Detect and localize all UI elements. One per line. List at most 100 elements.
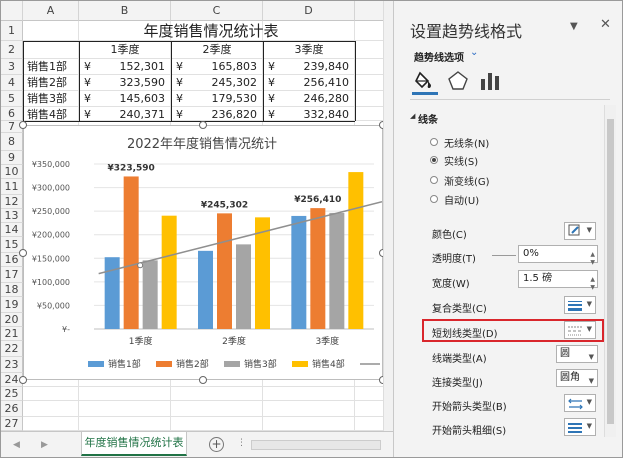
pane-subtitle[interactable]: 趋势线选项 (414, 49, 464, 64)
dash-type-button[interactable]: ▼ (564, 321, 596, 339)
label-automatic[interactable]: 自动(U) (444, 192, 479, 207)
row-header-22[interactable]: 22 (1, 341, 23, 357)
value-cell[interactable]: 152,301 (79, 59, 166, 75)
resize-handle-tl[interactable] (19, 121, 27, 129)
label-gradient-line[interactable]: 渐变线(G) (444, 173, 490, 188)
sheet-tab-active[interactable]: 年度销售情况统计表 (81, 432, 187, 456)
section-line-header[interactable]: 线条 (418, 111, 438, 126)
vertical-scrollbar[interactable] (383, 1, 393, 433)
row-label[interactable]: 销售3部 (27, 91, 67, 107)
y-tick-label: ¥100,000 (32, 278, 70, 287)
value-cell[interactable]: 323,590 (79, 75, 166, 91)
row-header-27[interactable]: 27 (1, 417, 23, 431)
row-header-5[interactable]: 5 (1, 91, 23, 107)
header-q3[interactable]: 3季度 (263, 42, 355, 58)
row-header-25[interactable]: 25 (1, 387, 23, 401)
value-cell[interactable]: 245,302 (171, 75, 258, 91)
label-no-line[interactable]: 无线条(N) (444, 135, 489, 150)
header-q2[interactable]: 2季度 (171, 42, 263, 58)
row-header-18[interactable]: 18 (1, 283, 23, 297)
column-header-d[interactable]: D (263, 1, 355, 21)
pane-options-icon[interactable]: ▼ (570, 21, 578, 32)
radio-gradient-line[interactable] (430, 176, 438, 184)
arrow-type-icon (568, 398, 583, 410)
effects-icon[interactable] (446, 69, 470, 93)
y-tick-label: ¥300,000 (32, 184, 70, 193)
row-header-9[interactable]: 9 (1, 151, 23, 165)
bar (291, 215, 307, 329)
column-header-b[interactable]: B (79, 1, 171, 21)
expand-triangle-icon[interactable]: ◢ (410, 112, 415, 120)
column-header-a[interactable]: A (23, 1, 79, 21)
row-header-13[interactable]: 13 (1, 209, 23, 223)
chart-canvas: 2022年年度销售情况统计 ¥350,000 ¥300,000 ¥250,000 ¥20… (32, 136, 383, 370)
value-cell[interactable]: 246,280 (263, 91, 350, 107)
column-header-e[interactable] (355, 1, 383, 21)
legend-label: 销售2部 (176, 358, 209, 370)
row-header-14[interactable]: 14 (1, 223, 23, 237)
row-header-20[interactable]: 20 (1, 313, 23, 327)
sales-chart[interactable]: 2022年年度销售情况统计 ¥350,000 ¥300,000 ¥250,000 ¥20… (23, 125, 383, 380)
pane-scrollbar[interactable] (604, 105, 616, 437)
row-label[interactable]: 销售2部 (27, 75, 67, 91)
value-cell[interactable]: 145,603 (79, 91, 166, 107)
resize-handle-ml[interactable] (19, 249, 27, 257)
header-q1[interactable]: 1季度 (79, 42, 171, 58)
resize-handle-bm[interactable] (199, 376, 207, 384)
width-input[interactable]: 1.5 磅 ▲ ▼ (518, 270, 598, 291)
arrow-begin-type-button[interactable]: ▼ (564, 394, 596, 412)
trendline-handle (137, 262, 144, 269)
value-cell[interactable]: 239,840 (263, 59, 350, 75)
pane-scroll-thumb[interactable] (607, 119, 614, 424)
row-header-23[interactable]: 23 (1, 357, 23, 373)
select-all-corner[interactable] (1, 1, 23, 21)
chevron-down-icon[interactable]: ⌄ (470, 47, 478, 58)
row-label[interactable]: 销售1部 (27, 59, 67, 75)
column-header-c[interactable]: C (171, 1, 263, 21)
row-header-19[interactable]: 19 (1, 297, 23, 313)
cap-type-label: 线端类型(A) (432, 354, 487, 365)
label-solid-line[interactable]: 实线(S) (444, 153, 478, 168)
resize-handle-bl[interactable] (19, 376, 27, 384)
row-header-26[interactable]: 26 (1, 401, 23, 417)
transparency-input[interactable]: 0% ▲ ▼ (518, 245, 598, 266)
row-header-17[interactable]: 17 (1, 267, 23, 283)
row-header-21[interactable]: 21 (1, 327, 23, 341)
row-header-12[interactable]: 12 (1, 195, 23, 209)
row-header-1[interactable]: 1 (1, 21, 23, 41)
radio-solid-line[interactable] (430, 156, 438, 164)
horizontal-scrollbar[interactable] (251, 440, 381, 450)
arrow-begin-size-button[interactable]: ▼ (564, 418, 596, 436)
close-icon[interactable]: ✕ (600, 17, 611, 32)
resize-handle-tm[interactable] (199, 121, 207, 129)
row-header-3[interactable]: 3 (1, 59, 23, 75)
join-type-select[interactable]: 圆角 ▼ (556, 369, 598, 387)
row-header-10[interactable]: 10 (1, 165, 23, 179)
add-sheet-icon[interactable]: + (209, 437, 224, 452)
row-header-4[interactable]: 4 (1, 75, 23, 91)
compound-type-button[interactable]: ▼ (564, 296, 596, 314)
trendline-options-icon[interactable] (478, 69, 502, 93)
value-cell[interactable]: 256,410 (263, 75, 350, 91)
table-title[interactable]: 年度销售情况统计表 (41, 21, 381, 41)
cap-type-select[interactable]: 圆 ▼ (556, 345, 598, 363)
legend-swatch (292, 361, 308, 367)
prev-sheet-icon[interactable]: ◀ (13, 440, 20, 450)
y-tick-label: ¥50,000 (37, 301, 70, 310)
transparency-slider[interactable] (492, 255, 516, 256)
row-header-2[interactable]: 2 (1, 41, 23, 59)
radio-no-line[interactable] (430, 138, 438, 146)
fill-line-icon[interactable] (414, 69, 438, 93)
next-sheet-icon[interactable]: ▶ (41, 440, 48, 450)
radio-automatic[interactable] (430, 195, 438, 203)
legend-label: 销售3部 (244, 358, 277, 370)
row-header-11[interactable]: 11 (1, 179, 23, 195)
row-header-6[interactable]: 6 (1, 107, 23, 121)
data-label: ¥256,410 (294, 195, 341, 205)
value-cell[interactable]: 179,530 (171, 91, 258, 107)
pen-icon (568, 224, 580, 236)
value-cell[interactable]: 165,803 (171, 59, 258, 75)
x-tick-label: 1季度 (129, 335, 153, 347)
color-picker-button[interactable]: ▼ (564, 222, 596, 240)
row-header-8[interactable]: 8 (1, 133, 23, 151)
